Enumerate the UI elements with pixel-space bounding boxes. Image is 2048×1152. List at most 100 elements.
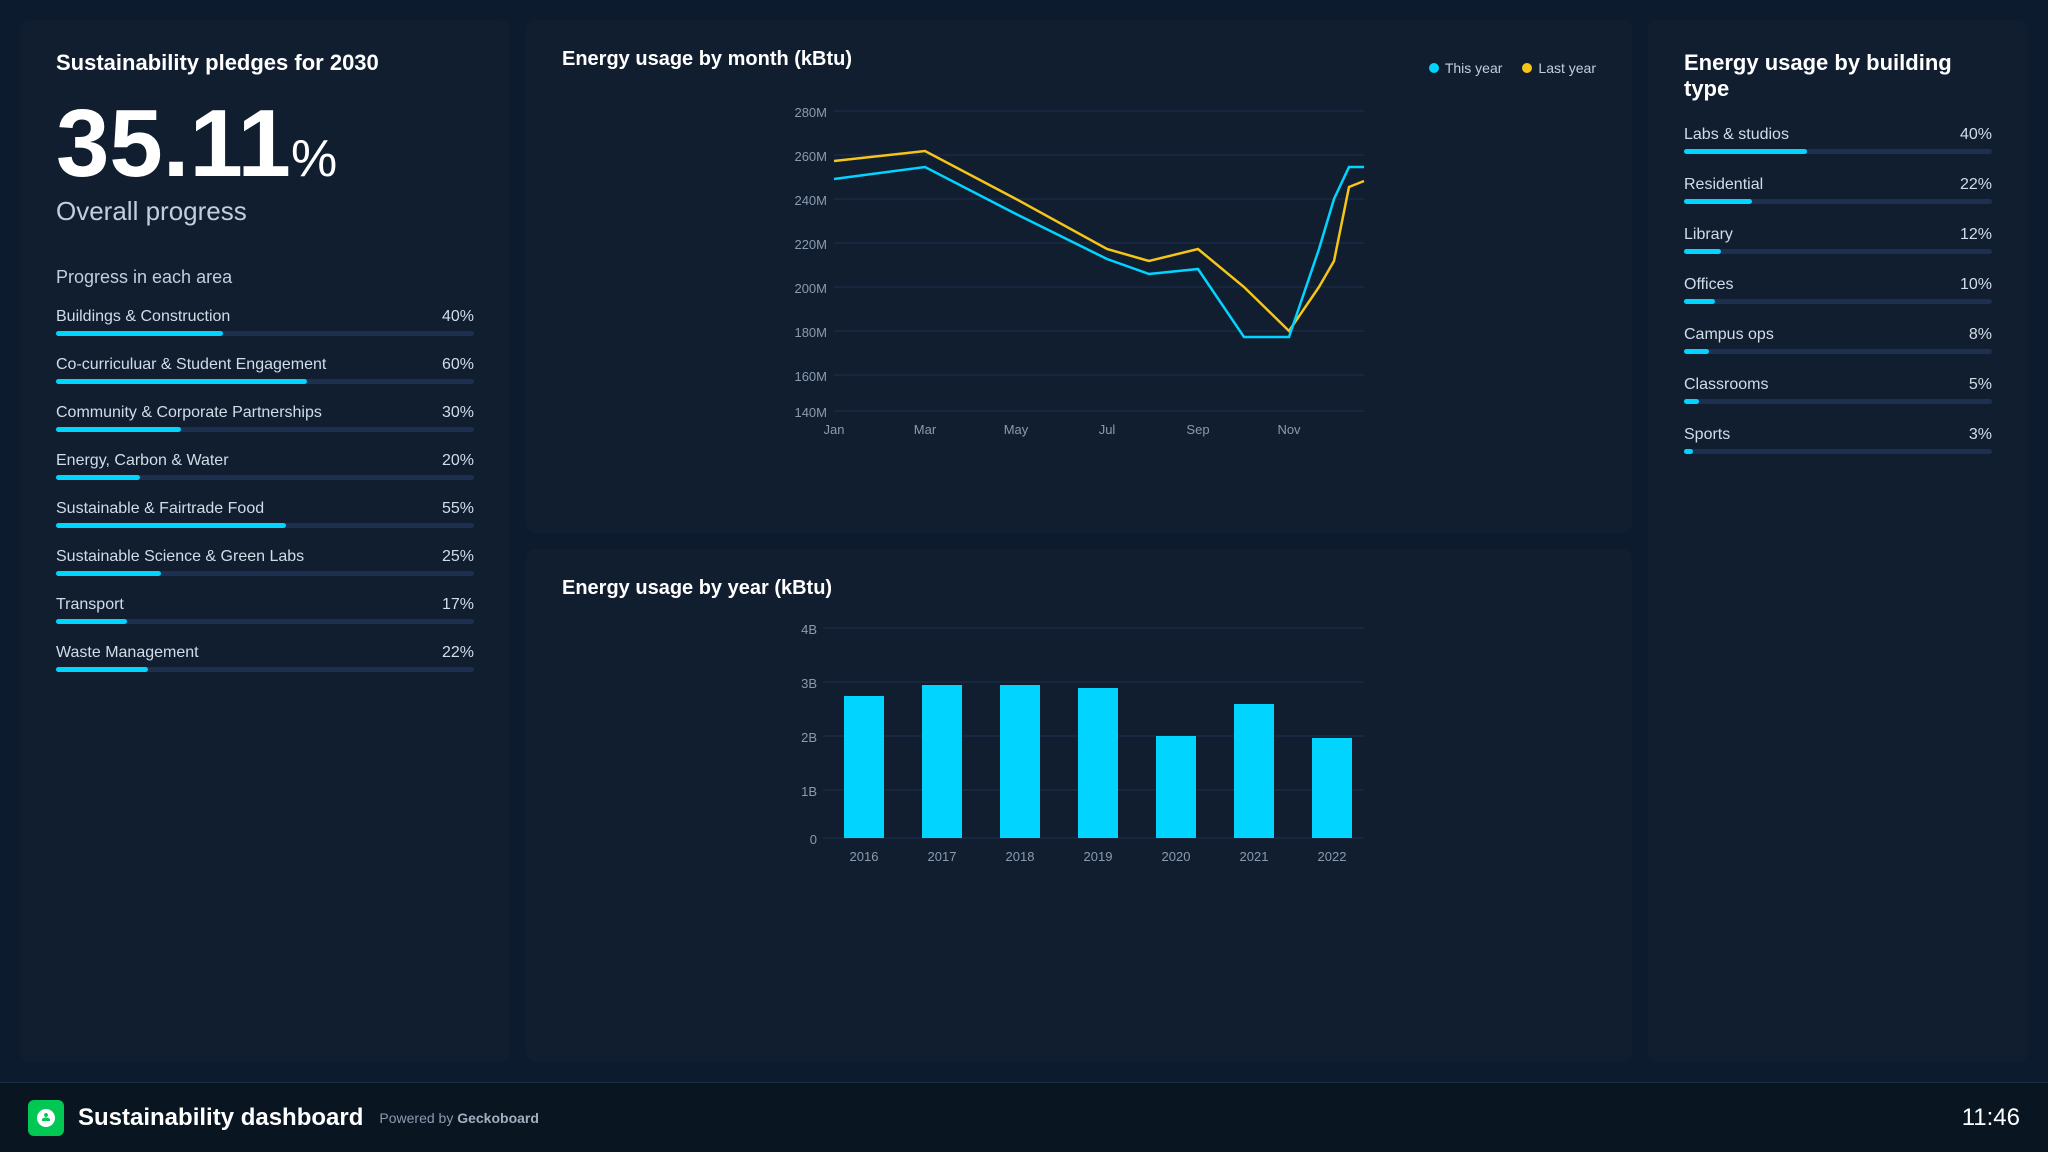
- progress-value: 22%: [442, 644, 474, 662]
- building-bar-fill: [1684, 299, 1715, 304]
- yearly-chart-svg: 4B 3B 2B 1B 0: [562, 616, 1596, 886]
- building-bar-bg: [1684, 399, 1992, 404]
- building-label: Sports: [1684, 426, 1730, 444]
- progress-value: 60%: [442, 356, 474, 374]
- building-bar-bg: [1684, 349, 1992, 354]
- svg-text:180M: 180M: [794, 325, 827, 340]
- progress-item: Transport 17%: [56, 596, 474, 624]
- building-bar-fill: [1684, 449, 1693, 454]
- bar-2017: [922, 685, 962, 838]
- progress-label: Sustainable Science & Green Labs: [56, 548, 304, 566]
- progress-bar-bg: [56, 331, 474, 336]
- svg-text:2017: 2017: [928, 849, 957, 864]
- svg-text:Jan: Jan: [824, 422, 845, 437]
- progress-item: Energy, Carbon & Water 20%: [56, 452, 474, 480]
- progress-label: Waste Management: [56, 644, 199, 662]
- progress-bar-fill: [56, 523, 286, 528]
- monthly-chart-title: Energy usage by month (kBtu): [562, 48, 852, 71]
- svg-text:160M: 160M: [794, 369, 827, 384]
- progress-bar-bg: [56, 571, 474, 576]
- yearly-chart-panel: Energy usage by year (kBtu) 4B 3B 2B 1B …: [526, 549, 1632, 1062]
- progress-item: Sustainable Science & Green Labs 25%: [56, 548, 474, 576]
- overall-percent: 35.11%: [56, 96, 474, 192]
- svg-text:Mar: Mar: [914, 422, 937, 437]
- middle-panel: Energy usage by month (kBtu) This year L…: [526, 20, 1632, 1062]
- building-label: Offices: [1684, 276, 1734, 294]
- this-year-dot: [1429, 63, 1439, 73]
- building-item: Residential 22%: [1684, 176, 1992, 204]
- progress-value: 20%: [442, 452, 474, 470]
- progress-bar-fill: [56, 667, 148, 672]
- monthly-chart-svg: 280M 260M 240M 220M 200M 180M 160M 140M: [562, 99, 1596, 439]
- building-bar-bg: [1684, 449, 1992, 454]
- svg-text:200M: 200M: [794, 281, 827, 296]
- building-value: 22%: [1960, 176, 1992, 194]
- progress-bar-fill: [56, 331, 223, 336]
- progress-label: Buildings & Construction: [56, 308, 230, 326]
- legend-last-year: Last year: [1522, 60, 1596, 76]
- footer-logo: [28, 1100, 64, 1136]
- bar-2022: [1312, 738, 1352, 838]
- progress-bar-fill: [56, 427, 181, 432]
- progress-item: Sustainable & Fairtrade Food 55%: [56, 500, 474, 528]
- building-bar-fill: [1684, 199, 1752, 204]
- progress-bar-fill: [56, 475, 140, 480]
- progress-bar-bg: [56, 379, 474, 384]
- progress-label: Energy, Carbon & Water: [56, 452, 229, 470]
- monthly-chart-panel: Energy usage by month (kBtu) This year L…: [526, 20, 1632, 533]
- svg-text:2022: 2022: [1318, 849, 1347, 864]
- building-item: Sports 3%: [1684, 426, 1992, 454]
- building-item: Campus ops 8%: [1684, 326, 1992, 354]
- progress-bar-bg: [56, 523, 474, 528]
- svg-text:2020: 2020: [1162, 849, 1191, 864]
- building-bar-fill: [1684, 149, 1807, 154]
- svg-text:260M: 260M: [794, 149, 827, 164]
- svg-text:2B: 2B: [801, 730, 817, 745]
- progress-value: 25%: [442, 548, 474, 566]
- progress-bar-bg: [56, 619, 474, 624]
- svg-text:240M: 240M: [794, 193, 827, 208]
- svg-text:2019: 2019: [1084, 849, 1113, 864]
- progress-value: 17%: [442, 596, 474, 614]
- building-item: Classrooms 5%: [1684, 376, 1992, 404]
- footer-title: Sustainability dashboard: [78, 1104, 363, 1132]
- footer: Sustainability dashboard Powered by Geck…: [0, 1082, 2048, 1152]
- left-panel: Sustainability pledges for 2030 35.11% O…: [20, 20, 510, 1062]
- geckoboard-icon: [35, 1107, 57, 1129]
- progress-label: Co-curriculuar & Student Engagement: [56, 356, 326, 374]
- bar-2019: [1078, 688, 1118, 838]
- footer-powered: Powered by Geckoboard: [379, 1110, 539, 1126]
- chart-legend: This year Last year: [1429, 60, 1596, 76]
- bar-2020: [1156, 736, 1196, 838]
- progress-bar-bg: [56, 667, 474, 672]
- svg-text:May: May: [1004, 422, 1029, 437]
- svg-text:140M: 140M: [794, 405, 827, 420]
- progress-item: Co-curriculuar & Student Engagement 60%: [56, 356, 474, 384]
- building-bar-fill: [1684, 249, 1721, 254]
- progress-bar-fill: [56, 379, 307, 384]
- svg-text:4B: 4B: [801, 622, 817, 637]
- building-value: 8%: [1969, 326, 1992, 344]
- building-value: 5%: [1969, 376, 1992, 394]
- building-label: Library: [1684, 226, 1733, 244]
- svg-text:220M: 220M: [794, 237, 827, 252]
- progress-item: Community & Corporate Partnerships 30%: [56, 404, 474, 432]
- svg-text:2016: 2016: [850, 849, 879, 864]
- progress-value: 30%: [442, 404, 474, 422]
- right-panel-title: Energy usage by building type: [1684, 50, 1992, 102]
- progress-bar-fill: [56, 571, 161, 576]
- progress-label: Community & Corporate Partnerships: [56, 404, 322, 422]
- svg-text:Jul: Jul: [1099, 422, 1116, 437]
- building-bar-fill: [1684, 399, 1699, 404]
- building-bar-bg: [1684, 149, 1992, 154]
- yearly-chart-title: Energy usage by year (kBtu): [562, 577, 1596, 600]
- building-bar-fill: [1684, 349, 1709, 354]
- svg-text:3B: 3B: [801, 676, 817, 691]
- building-value: 12%: [1960, 226, 1992, 244]
- progress-item: Waste Management 22%: [56, 644, 474, 672]
- svg-text:Sep: Sep: [1186, 422, 1209, 437]
- svg-text:2021: 2021: [1240, 849, 1269, 864]
- right-panel: Energy usage by building type Labs & stu…: [1648, 20, 2028, 1062]
- bar-2021: [1234, 704, 1274, 838]
- svg-text:2018: 2018: [1006, 849, 1035, 864]
